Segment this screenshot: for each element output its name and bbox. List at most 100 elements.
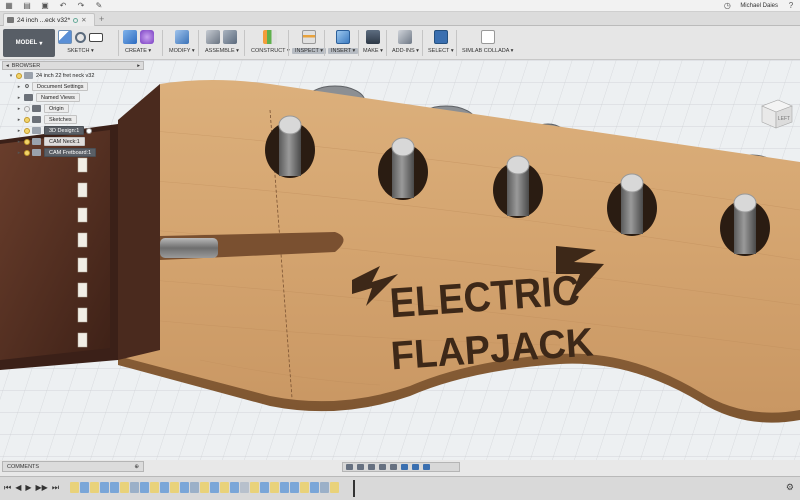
3d-print-icon[interactable] xyxy=(365,30,380,44)
create-group[interactable]: CREATE ▾ xyxy=(122,28,154,58)
create-menu[interactable]: CREATE ▾ xyxy=(122,48,154,54)
tree-item-cam-fretboard[interactable]: ▸ CAM Fretboard:1 xyxy=(2,147,144,158)
extensions-icon[interactable]: ✎ xyxy=(94,1,104,10)
tab-close-icon[interactable]: ✕ xyxy=(81,16,86,24)
display-settings-icon[interactable] xyxy=(401,464,408,470)
tree-item-document-settings[interactable]: ▸ ⚙ Document Settings xyxy=(2,81,144,92)
feature-mirror-icon[interactable] xyxy=(240,482,249,493)
tree-item-sketches[interactable]: ▸ Sketches xyxy=(2,114,144,125)
workspace-switcher[interactable]: MODEL ▾ xyxy=(3,29,55,57)
expand-arrow-icon[interactable]: ▸ xyxy=(16,139,22,145)
feature-extrude-icon[interactable] xyxy=(160,482,169,493)
feature-extrude-icon[interactable] xyxy=(180,482,189,493)
go-to-end-icon[interactable]: ⏭ xyxy=(52,483,59,493)
tree-item-named-views[interactable]: ▸ Named Views xyxy=(2,92,144,103)
scripts-icon[interactable] xyxy=(398,30,413,44)
visibility-bulb-icon[interactable] xyxy=(24,116,30,123)
expand-arrow-icon[interactable]: ▸ xyxy=(16,117,22,123)
feature-sketch-icon[interactable] xyxy=(90,482,99,493)
offset-plane-icon[interactable] xyxy=(263,30,278,44)
look-at-icon[interactable] xyxy=(357,464,364,470)
press-pull-icon[interactable] xyxy=(174,30,189,44)
feature-extrude-icon[interactable] xyxy=(230,482,239,493)
help-icon[interactable]: ? xyxy=(786,1,796,10)
save-icon[interactable]: ▣ xyxy=(40,1,50,10)
feature-fillet-icon[interactable] xyxy=(130,482,139,493)
visibility-bulb-icon[interactable] xyxy=(24,138,30,145)
feature-sketch-icon[interactable] xyxy=(70,482,79,493)
step-back-icon[interactable]: ◀ xyxy=(15,483,21,493)
modify-menu[interactable]: MODIFY ▾ xyxy=(166,48,198,54)
feature-fillet-icon[interactable] xyxy=(190,482,199,493)
feature-sketch-icon[interactable] xyxy=(150,482,159,493)
feature-extrude-icon[interactable] xyxy=(210,482,219,493)
inspect-group[interactable]: INSPECT ▾ xyxy=(292,28,327,58)
fit-icon[interactable] xyxy=(390,464,397,470)
grid-settings-icon[interactable] xyxy=(412,464,419,470)
feature-extrude-icon[interactable] xyxy=(260,482,269,493)
assemble-menu[interactable]: ASSEMBLE ▾ xyxy=(202,48,242,54)
step-forward-icon[interactable]: ▶▶ xyxy=(36,483,48,493)
visibility-bulb-icon[interactable] xyxy=(24,105,30,112)
addins-group[interactable]: ADD-INS ▾ xyxy=(389,28,422,58)
expand-arrow-icon[interactable]: ▸ xyxy=(16,128,22,134)
visibility-bulb-icon[interactable] xyxy=(16,72,22,79)
modify-group[interactable]: MODIFY ▾ xyxy=(166,28,198,58)
feature-sketch-icon[interactable] xyxy=(300,482,309,493)
add-comment-icon[interactable]: ⊕ xyxy=(134,464,139,470)
file-icon[interactable]: ▤ xyxy=(22,1,32,10)
addins-menu[interactable]: ADD-INS ▾ xyxy=(389,48,422,54)
insert-group[interactable]: INSERT ▾ xyxy=(328,28,359,58)
feature-extrude-icon[interactable] xyxy=(110,482,119,493)
grid-icon[interactable]: ▦ xyxy=(4,1,14,10)
tree-item-cam-neck[interactable]: ▸ CAM Neck:1 xyxy=(2,136,144,147)
construct-group[interactable]: CONSTRUCT ▾ xyxy=(248,28,293,58)
visibility-bulb-icon[interactable] xyxy=(24,127,30,134)
simlab-group[interactable]: SIMLAB COLLADA ▾ xyxy=(459,28,516,58)
form-icon[interactable] xyxy=(139,30,154,44)
collapse-icon[interactable]: ◂ xyxy=(6,63,9,69)
feature-sketch-icon[interactable] xyxy=(250,482,259,493)
comments-panel[interactable]: COMMENTS ⊕ xyxy=(2,461,144,472)
select-arrow-icon[interactable] xyxy=(433,30,448,44)
rectangle-icon[interactable] xyxy=(89,32,103,42)
timeline-settings-icon[interactable]: ⚙ xyxy=(786,482,794,493)
browser-header[interactable]: ◂ BROWSER ▸ xyxy=(2,61,144,70)
timeline-track[interactable] xyxy=(70,482,339,496)
collada-export-icon[interactable] xyxy=(480,30,495,44)
insert-image-icon[interactable] xyxy=(336,30,351,44)
expand-arrow-icon[interactable]: ▸ xyxy=(16,150,22,156)
timeline-marker[interactable] xyxy=(353,480,355,497)
feature-extrude-icon[interactable] xyxy=(290,482,299,493)
user-name[interactable]: Michael Daies xyxy=(740,3,778,9)
feature-fillet-icon[interactable] xyxy=(320,482,329,493)
undo-icon[interactable]: ↶ xyxy=(58,1,68,10)
feature-extrude-icon[interactable] xyxy=(280,482,289,493)
feature-sketch-icon[interactable] xyxy=(120,482,129,493)
document-tab[interactable]: 24 inch ...eck v32* ✕ xyxy=(3,13,95,26)
clock-icon[interactable]: ◷ xyxy=(722,1,732,10)
select-menu[interactable]: SELECT ▾ xyxy=(425,48,457,54)
feature-sketch-icon[interactable] xyxy=(270,482,279,493)
go-to-start-icon[interactable]: ⏮ xyxy=(4,483,11,493)
sketch-group[interactable]: SKETCH ▾ xyxy=(58,28,103,58)
feature-extrude-icon[interactable] xyxy=(310,482,319,493)
expand-arrow-icon[interactable]: ▾ xyxy=(8,73,14,79)
redo-icon[interactable]: ↷ xyxy=(76,1,86,10)
viewports-icon[interactable] xyxy=(423,464,430,470)
new-tab-button[interactable]: + xyxy=(99,14,104,24)
sketch-menu[interactable]: SKETCH ▾ xyxy=(64,48,97,54)
feature-sketch-icon[interactable] xyxy=(200,482,209,493)
pin-icon[interactable]: ▸ xyxy=(137,63,140,69)
feature-sketch-icon[interactable] xyxy=(330,482,339,493)
insert-menu[interactable]: INSERT ▾ xyxy=(328,48,359,54)
pan-icon[interactable] xyxy=(368,464,375,470)
sketch-icon[interactable] xyxy=(58,30,72,44)
assemble-group[interactable]: ASSEMBLE ▾ xyxy=(202,28,242,58)
visibility-bulb-icon[interactable] xyxy=(24,149,30,156)
expand-arrow-icon[interactable]: ▸ xyxy=(16,106,22,112)
tree-item-origin[interactable]: ▸ Origin xyxy=(2,103,144,114)
simlab-menu[interactable]: SIMLAB COLLADA ▾ xyxy=(459,48,516,54)
feature-extrude-icon[interactable] xyxy=(140,482,149,493)
zoom-icon[interactable] xyxy=(379,464,386,470)
